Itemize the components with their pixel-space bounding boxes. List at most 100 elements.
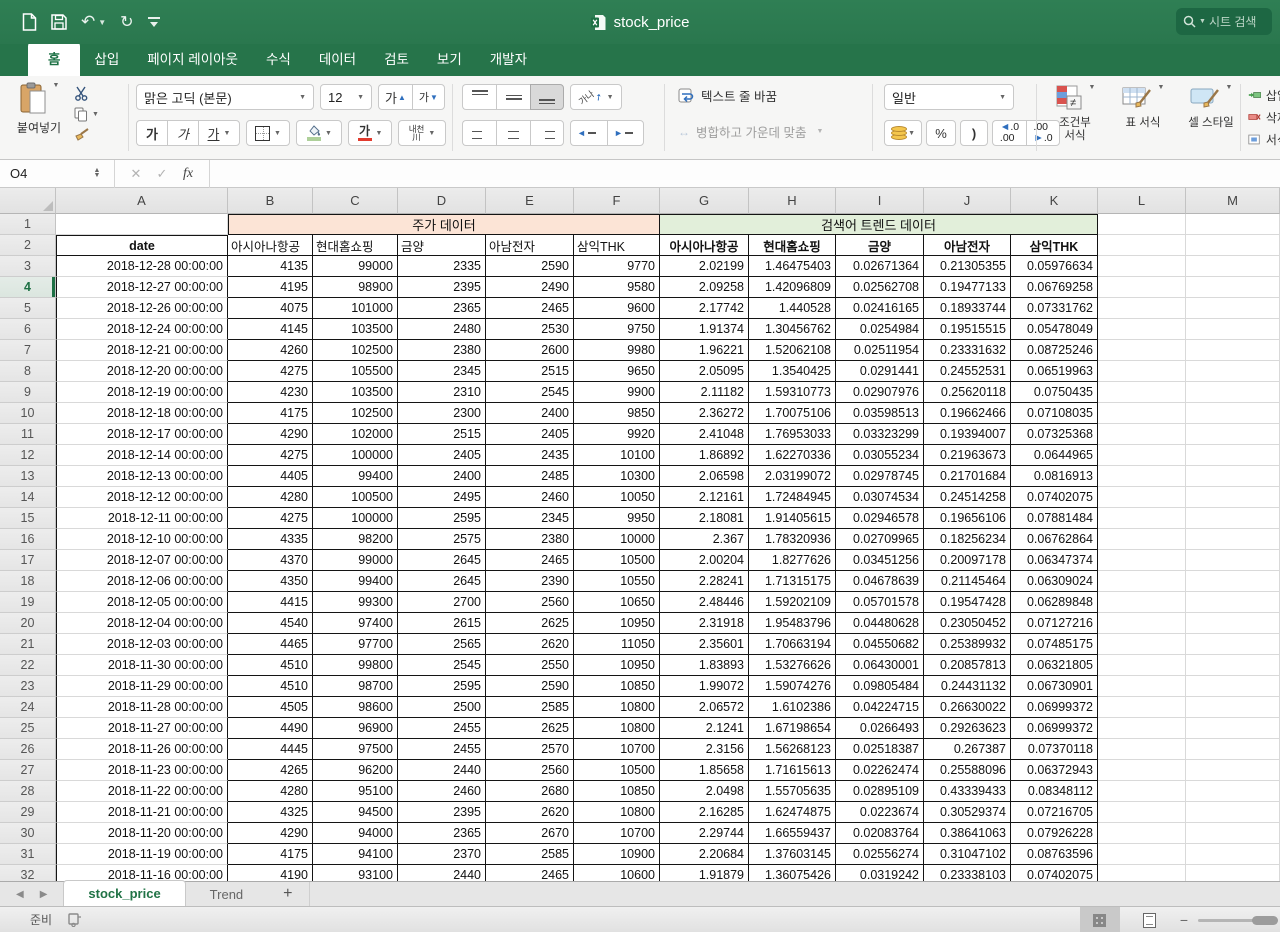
decrease-decimal-button[interactable]: ◄.0.00 [992,120,1026,146]
cell-G21[interactable]: 2.35601 [660,634,749,655]
cell-F24[interactable]: 10800 [574,697,660,718]
cell-C19[interactable]: 99300 [313,592,398,613]
merged-trend-group-header[interactable]: 검색어 트렌드 데이터 [660,214,1098,235]
cell-H22[interactable]: 1.53276626 [749,655,836,676]
cell-J30[interactable]: 0.38641063 [924,823,1011,844]
cell-M25[interactable] [1186,718,1280,739]
tab-home[interactable]: 홈 [28,41,81,76]
cell-I21[interactable]: 0.04550682 [836,634,924,655]
row-header-27[interactable]: 27 [0,760,56,781]
row-header-10[interactable]: 10 [0,403,56,424]
cell-M16[interactable] [1186,529,1280,550]
decrease-indent-button[interactable]: ◄ [570,120,607,146]
cell-H7[interactable]: 1.52062108 [749,340,836,361]
cell-D29[interactable]: 2395 [398,802,486,823]
cell-G19[interactable]: 2.48446 [660,592,749,613]
cell-J21[interactable]: 0.25389932 [924,634,1011,655]
cell-C26[interactable]: 97500 [313,739,398,760]
cell-H13[interactable]: 2.03199072 [749,466,836,487]
cell-K5[interactable]: 0.07331762 [1011,298,1098,319]
cell-K17[interactable]: 0.06347374 [1011,550,1098,571]
cell-F12[interactable]: 10100 [574,445,660,466]
cell-C16[interactable]: 98200 [313,529,398,550]
new-document-icon[interactable] [22,13,37,31]
format-painter-button[interactable] [74,128,99,142]
name-box[interactable]: O4 [0,160,88,188]
cell-K32[interactable]: 0.07402075 [1011,865,1098,881]
cell-M19[interactable] [1186,592,1280,613]
cell-F29[interactable]: 10800 [574,802,660,823]
fill-color-button[interactable]: ▼ [296,120,342,146]
cell-I14[interactable]: 0.03074534 [836,487,924,508]
cell-F26[interactable]: 10700 [574,739,660,760]
cell-I13[interactable]: 0.02978745 [836,466,924,487]
merged-stock-group-header[interactable]: 주가 데이터 [228,214,660,235]
cell-F13[interactable]: 10300 [574,466,660,487]
cell-C25[interactable]: 96900 [313,718,398,739]
cell-G8[interactable]: 2.05095 [660,361,749,382]
cell-L26[interactable] [1098,739,1186,760]
cell-J22[interactable]: 0.20857813 [924,655,1011,676]
cell-I29[interactable]: 0.0223674 [836,802,924,823]
cell-I3[interactable]: 0.02671364 [836,256,924,277]
cell-H6[interactable]: 1.30456762 [749,319,836,340]
cell-J27[interactable]: 0.25588096 [924,760,1011,781]
cell-M13[interactable] [1186,466,1280,487]
borders-button[interactable]: ▼ [246,120,290,146]
cell-M32[interactable] [1186,865,1280,881]
cell-C21[interactable]: 97700 [313,634,398,655]
cell-M29[interactable] [1186,802,1280,823]
cell-B17[interactable]: 4370 [228,550,313,571]
zoom-out-icon[interactable]: − [1180,912,1188,928]
row-header-18[interactable]: 18 [0,571,56,592]
cell-D17[interactable]: 2645 [398,550,486,571]
row-header-2[interactable]: 2 [0,235,56,256]
cell-H20[interactable]: 1.95483796 [749,613,836,634]
cell-L28[interactable] [1098,781,1186,802]
cell-L14[interactable] [1098,487,1186,508]
cell-K7[interactable]: 0.08725246 [1011,340,1098,361]
cell-M5[interactable] [1186,298,1280,319]
cell-I10[interactable]: 0.03598513 [836,403,924,424]
underline-button[interactable]: 가 ▼ [198,120,240,146]
row-header-31[interactable]: 31 [0,844,56,865]
select-all-corner[interactable] [0,188,56,214]
cell-A14[interactable]: 2018-12-12 00:00:00 [56,487,228,508]
cell-F3[interactable]: 9770 [574,256,660,277]
tab-review[interactable]: 검토 [370,41,423,76]
cell-I15[interactable]: 0.02946578 [836,508,924,529]
col-header-K[interactable]: K [1011,188,1098,214]
cell-K10[interactable]: 0.07108035 [1011,403,1098,424]
cell-E7[interactable]: 2600 [486,340,574,361]
sheet-next-icon[interactable]: ▶ [40,889,48,900]
cell-L7[interactable] [1098,340,1186,361]
cell-I28[interactable]: 0.02895109 [836,781,924,802]
cell-B15[interactable]: 4275 [228,508,313,529]
cell-D13[interactable]: 2400 [398,466,486,487]
cell-M3[interactable] [1186,256,1280,277]
cell-E4[interactable]: 2490 [486,277,574,298]
cell-A6[interactable]: 2018-12-24 00:00:00 [56,319,228,340]
row-header-8[interactable]: 8 [0,361,56,382]
cell-A22[interactable]: 2018-11-30 00:00:00 [56,655,228,676]
row-header-9[interactable]: 9 [0,382,56,403]
cell-D32[interactable]: 2440 [398,865,486,881]
sheet-prev-icon[interactable]: ◀ [16,889,24,900]
cell-H5[interactable]: 1.440528 [749,298,836,319]
cell-D10[interactable]: 2300 [398,403,486,424]
cell-I9[interactable]: 0.02907976 [836,382,924,403]
paste-button[interactable]: ▼ 붙여넣기 [8,82,70,152]
cell-C30[interactable]: 94000 [313,823,398,844]
col-header-M[interactable]: M [1186,188,1280,214]
cell-L32[interactable] [1098,865,1186,881]
cell-C28[interactable]: 95100 [313,781,398,802]
cell-H14[interactable]: 1.72484945 [749,487,836,508]
cell-D12[interactable]: 2405 [398,445,486,466]
cell-F15[interactable]: 9950 [574,508,660,529]
cell-K23[interactable]: 0.06730901 [1011,676,1098,697]
cell-M21[interactable] [1186,634,1280,655]
number-format-combo[interactable]: 일반 ▼ [884,84,1014,110]
cell-E11[interactable]: 2405 [486,424,574,445]
cell-G26[interactable]: 2.3156 [660,739,749,760]
cell-G30[interactable]: 2.29744 [660,823,749,844]
